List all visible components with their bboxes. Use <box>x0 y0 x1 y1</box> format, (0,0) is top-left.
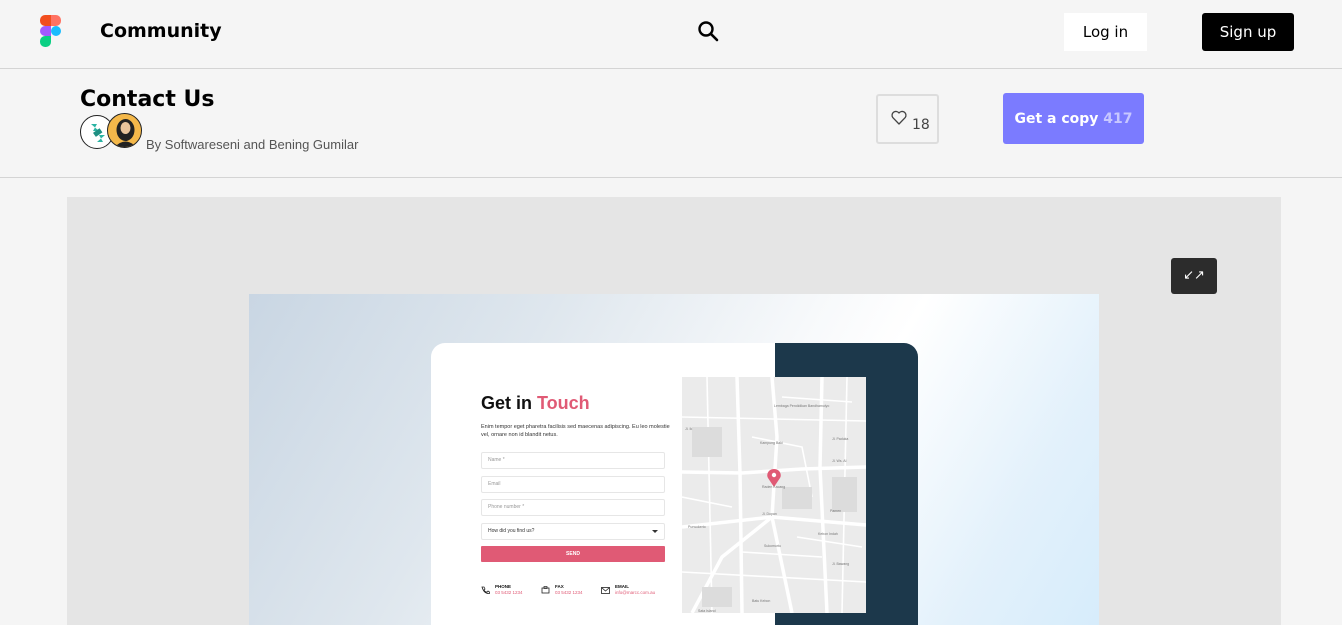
phone-icon <box>481 586 490 594</box>
get-a-copy-button[interactable]: Get a copy 417 <box>1003 93 1144 144</box>
author-byline[interactable]: By Softwareseni and Bening Gumilar <box>146 137 358 152</box>
map-image: Lembaga Pendidikan Bandhamulyo Kampung B… <box>682 377 866 613</box>
signup-button[interactable]: Sign up <box>1202 13 1294 51</box>
expand-icon[interactable]: ↙↗ <box>1171 258 1217 294</box>
avatar-bening-gumilar[interactable] <box>107 113 142 148</box>
fax-icon <box>541 586 550 594</box>
chevron-down-icon <box>652 530 658 533</box>
like-button[interactable]: 18 <box>876 94 939 144</box>
send-button: SEND <box>481 546 665 562</box>
figma-logo-icon[interactable] <box>40 15 61 47</box>
login-button[interactable]: Log in <box>1064 13 1147 51</box>
file-header: Contact Us By Softwareseni and Bening Gu… <box>0 70 1342 178</box>
copy-count: 417 <box>1103 110 1133 127</box>
file-preview: ↙↗ Get in Touch Enim tempor eget pharetr… <box>67 197 1281 625</box>
top-navigation: Community Log in Sign up <box>0 0 1342 69</box>
phone-field: Phone number * <box>481 499 665 516</box>
community-link[interactable]: Community <box>100 20 222 42</box>
email-field: Email <box>481 476 665 493</box>
get-a-copy-label: Get a copy <box>1014 110 1099 127</box>
search-icon[interactable] <box>697 20 719 42</box>
name-field: Name * <box>481 452 665 469</box>
page-title: Contact Us <box>80 87 215 112</box>
contact-description: Enim tempor eget pharetra facilisis sed … <box>481 424 670 438</box>
mail-icon <box>601 587 610 594</box>
like-count: 18 <box>912 117 930 133</box>
heart-icon <box>891 110 907 125</box>
design-thumbnail[interactable]: Get in Touch Enim tempor eget pharetra f… <box>249 294 1099 625</box>
source-select: How did you find us? <box>481 523 665 540</box>
contact-heading: Get in Touch <box>481 393 590 413</box>
contact-card: Get in Touch Enim tempor eget pharetra f… <box>431 343 918 625</box>
